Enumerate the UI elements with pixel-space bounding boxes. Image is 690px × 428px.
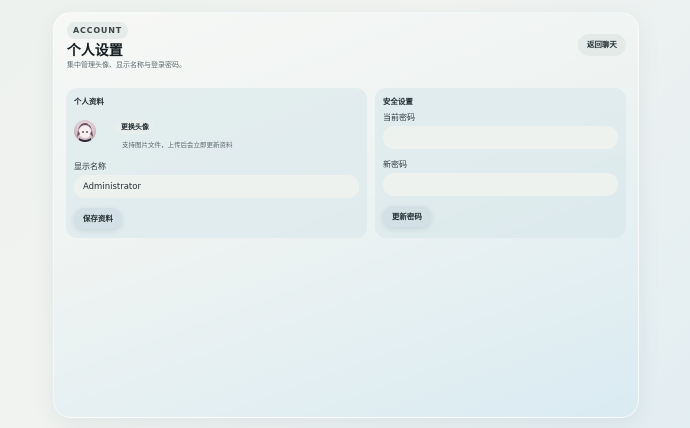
- new-password-label: 新密码: [383, 160, 407, 169]
- current-password-input[interactable]: [383, 126, 618, 149]
- save-profile-button[interactable]: 保存资料: [74, 208, 122, 229]
- security-panel: 安全设置 当前密码 新密码 更新密码: [375, 88, 626, 238]
- profile-panel-title: 个人资料: [74, 97, 104, 106]
- settings-page: ACCOUNT 个人设置 集中管理头像、显示名称与登录密码。 返回聊天 个人资料…: [0, 0, 690, 428]
- new-password-input[interactable]: [383, 173, 618, 196]
- display-name-input[interactable]: [74, 175, 359, 198]
- account-badge: ACCOUNT: [67, 22, 128, 39]
- current-password-label: 当前密码: [383, 113, 415, 122]
- page-subtitle: 集中管理头像、显示名称与登录密码。: [67, 61, 186, 69]
- page-title: 个人设置: [67, 43, 123, 59]
- avatar-image-icon: [77, 123, 93, 142]
- avatar[interactable]: [74, 120, 96, 142]
- profile-panel: 个人资料 更换头像 支持图片文件，上传后会立即更新资料 显示名称 保存资料: [66, 88, 367, 238]
- update-password-button[interactable]: 更新密码: [383, 206, 431, 227]
- settings-card: ACCOUNT 个人设置 集中管理头像、显示名称与登录密码。 返回聊天 个人资料…: [53, 12, 639, 418]
- display-name-label: 显示名称: [74, 162, 106, 171]
- change-avatar-button[interactable]: 更换头像: [116, 120, 154, 134]
- avatar-hint: 支持图片文件，上传后会立即更新资料: [122, 141, 233, 149]
- back-to-chat-button[interactable]: 返回聊天: [578, 34, 626, 56]
- security-panel-title: 安全设置: [383, 97, 413, 106]
